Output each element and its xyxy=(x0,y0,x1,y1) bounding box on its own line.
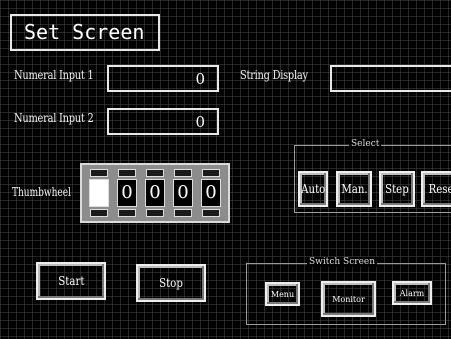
numeric-input-1-field[interactable]: 0 xyxy=(107,65,219,92)
digit-up-arrow[interactable] xyxy=(174,169,192,177)
auto-button[interactable]: Auto xyxy=(298,171,328,207)
menu-button[interactable]: Menu xyxy=(265,282,300,306)
digit-up-arrow[interactable] xyxy=(202,169,220,177)
thumbwheel-digit[interactable]: 0 xyxy=(116,165,138,221)
digit-up-arrow[interactable] xyxy=(118,169,136,177)
digit-up-arrow[interactable] xyxy=(146,169,164,177)
numeric-input-1-value: 0 xyxy=(195,70,205,88)
manual-button[interactable]: Man. xyxy=(336,171,372,207)
thumbwheel: 0 0 0 0 xyxy=(80,163,230,223)
screen-title-box: Set Screen xyxy=(10,14,160,51)
digit-up-arrow[interactable] xyxy=(90,169,108,177)
thumbwheel-digit[interactable]: 0 xyxy=(172,165,194,221)
stop-button[interactable]: Stop xyxy=(136,264,206,302)
start-button[interactable]: Start xyxy=(36,262,106,300)
select-group-title: Select xyxy=(349,139,382,149)
monitor-button[interactable]: Monitor xyxy=(321,281,376,317)
alarm-button[interactable]: Alarm xyxy=(392,281,432,305)
digit-face xyxy=(89,179,109,207)
numeric-input-1-label: Numeral Input 1 xyxy=(14,68,94,82)
numeric-input-2-value: 0 xyxy=(195,113,205,131)
numeric-input-2-label: Numeral Input 2 xyxy=(14,111,94,125)
thumbwheel-digit[interactable] xyxy=(88,165,110,221)
digit-face: 0 xyxy=(117,179,137,207)
reset-button[interactable]: Reset xyxy=(421,171,451,207)
digit-down-arrow[interactable] xyxy=(118,209,136,217)
switch-screen-group-title: Switch Screen xyxy=(307,257,378,267)
digit-down-arrow[interactable] xyxy=(90,209,108,217)
numeric-input-2-field[interactable]: 0 xyxy=(107,108,219,135)
step-button[interactable]: Step xyxy=(379,171,415,207)
thumbwheel-digit[interactable]: 0 xyxy=(200,165,222,221)
string-display-field xyxy=(330,65,451,92)
thumbwheel-digit[interactable]: 0 xyxy=(144,165,166,221)
digit-face: 0 xyxy=(173,179,193,207)
string-display-label: String Display xyxy=(240,68,308,82)
digit-down-arrow[interactable] xyxy=(146,209,164,217)
digit-down-arrow[interactable] xyxy=(202,209,220,217)
digit-face: 0 xyxy=(145,179,165,207)
thumbwheel-label: Thumbwheel xyxy=(12,185,71,199)
digit-face: 0 xyxy=(201,179,221,207)
digit-down-arrow[interactable] xyxy=(174,209,192,217)
screen-title: Set Screen xyxy=(24,20,145,44)
